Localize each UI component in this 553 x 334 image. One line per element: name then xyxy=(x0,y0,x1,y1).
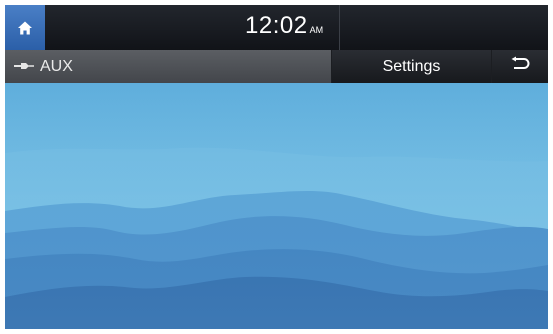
clock: 12:02 AM xyxy=(245,12,323,46)
aux-cable-icon xyxy=(13,58,40,76)
home-button[interactable] xyxy=(5,5,45,50)
source-bar: AUX Settings xyxy=(5,50,548,83)
wallpaper xyxy=(5,83,548,329)
source-aux-tab[interactable]: AUX xyxy=(5,50,331,83)
status-bar: 12:02 AM xyxy=(5,5,548,50)
source-label: AUX xyxy=(40,57,73,75)
settings-button[interactable]: Settings xyxy=(332,50,491,83)
status-divider xyxy=(339,5,340,50)
back-button[interactable] xyxy=(492,50,548,83)
clock-ampm: AM xyxy=(309,25,324,35)
head-unit-screen: 12:02 AM AUX Settings xyxy=(5,5,548,329)
back-arrow-icon xyxy=(509,56,531,77)
home-icon xyxy=(17,20,33,36)
clock-time: 12:02 xyxy=(245,12,308,39)
